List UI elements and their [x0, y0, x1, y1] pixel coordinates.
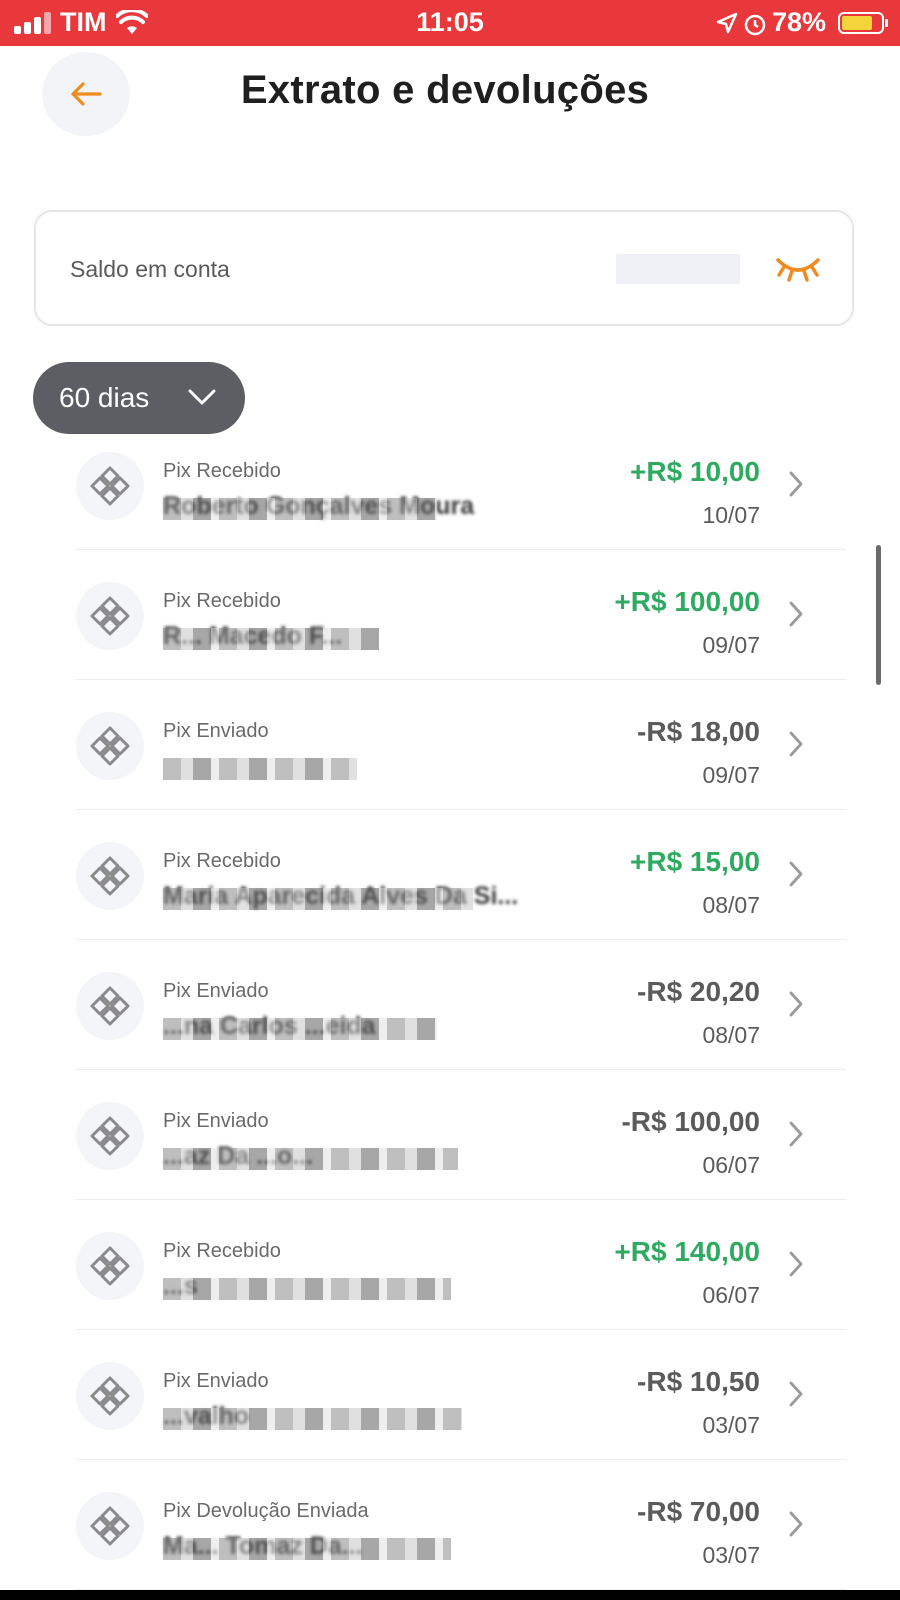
transaction-type: Pix Recebido	[163, 1240, 281, 1262]
transaction-amount: -R$ 100,00	[621, 1106, 760, 1137]
transaction-amount: -R$ 20,20	[637, 976, 760, 1007]
transaction-amount: +R$ 15,00	[630, 846, 760, 877]
chevron-right-icon	[788, 990, 804, 1023]
transaction-date: 03/07	[702, 1542, 760, 1568]
app-screen: TIM 11:05 78% Extrato e devoluções Saldo…	[0, 0, 900, 1600]
transaction-type: Pix Enviado	[163, 980, 269, 1002]
pix-icon	[76, 1492, 144, 1560]
pix-icon	[76, 452, 144, 520]
transaction-type: Pix Recebido	[163, 850, 281, 872]
redaction-pixelation	[163, 1408, 462, 1430]
eye-closed-icon[interactable]	[774, 250, 822, 286]
transaction-row[interactable]: Pix Enviado...na Carlos ...eida-R$ 20,20…	[76, 940, 846, 1070]
pix-icon	[76, 582, 144, 650]
alarm-icon	[744, 14, 766, 36]
transaction-list: Pix RecebidoRoberto Gonçalves Moura+R$ 1…	[0, 440, 900, 1600]
transaction-amount: +R$ 140,00	[614, 1236, 760, 1267]
chevron-right-icon	[788, 730, 804, 763]
pix-icon	[76, 1232, 144, 1300]
transaction-amount: -R$ 70,00	[637, 1496, 760, 1527]
chevron-right-icon	[788, 600, 804, 633]
chevron-right-icon	[788, 1120, 804, 1153]
page-title: Extrato e devoluções	[240, 68, 650, 112]
pix-icon	[76, 842, 144, 910]
redaction-pixelation	[163, 1148, 458, 1170]
transaction-date: 06/07	[702, 1282, 760, 1308]
redaction-pixelation	[163, 1278, 451, 1300]
transaction-row[interactable]: Pix Enviado -R$ 18,00 09/07	[76, 680, 846, 810]
transaction-type: Pix Enviado	[163, 720, 269, 742]
transaction-row[interactable]: Pix RecebidoR... Macedo F...+R$ 100,0009…	[76, 550, 846, 680]
redaction-pixelation	[163, 498, 437, 520]
transaction-date: 09/07	[702, 762, 760, 788]
chevron-right-icon	[788, 1380, 804, 1413]
transaction-type: Pix Devolução Enviada	[163, 1500, 369, 1522]
transaction-row[interactable]: Pix Enviado...valho-R$ 10,5003/07	[76, 1330, 846, 1460]
battery-percent: 78%	[772, 7, 827, 37]
transaction-amount: +R$ 100,00	[614, 586, 760, 617]
location-icon	[716, 12, 738, 34]
pix-icon	[76, 1102, 144, 1170]
transaction-date: 08/07	[702, 1022, 760, 1048]
chevron-right-icon	[788, 470, 804, 503]
pix-icon	[76, 712, 144, 780]
period-filter-dropdown[interactable]: 60 dias	[33, 362, 245, 434]
transaction-type: Pix Recebido	[163, 460, 281, 482]
balance-value-hidden	[616, 254, 740, 284]
redaction-pixelation	[163, 628, 379, 650]
redaction-pixelation	[163, 758, 357, 780]
transaction-row[interactable]: Pix Devolução EnviadaMa... Tomaz Da...-R…	[76, 1460, 846, 1590]
chevron-down-icon	[188, 389, 216, 405]
transaction-row[interactable]: Pix Enviado...az Da ...o...-R$ 100,0006/…	[76, 1070, 846, 1200]
scrollbar[interactable]	[876, 545, 881, 685]
redaction-pixelation	[163, 1018, 437, 1040]
chevron-right-icon	[788, 860, 804, 893]
pix-icon	[76, 972, 144, 1040]
transaction-date: 06/07	[702, 1152, 760, 1178]
transaction-date: 10/07	[702, 502, 760, 528]
battery-icon	[838, 12, 888, 34]
transaction-row[interactable]: Pix RecebidoRoberto Gonçalves Moura+R$ 1…	[76, 440, 846, 550]
transaction-amount: -R$ 10,50	[637, 1366, 760, 1397]
bottom-edge	[0, 1590, 900, 1600]
transaction-amount: +R$ 10,00	[630, 456, 760, 487]
transaction-type: Pix Recebido	[163, 590, 281, 612]
transaction-date: 03/07	[702, 1412, 760, 1438]
redaction-pixelation	[163, 888, 473, 910]
status-bar: TIM 11:05 78%	[0, 0, 900, 46]
redaction-pixelation	[163, 1538, 451, 1560]
pix-icon	[76, 1362, 144, 1430]
transaction-amount: -R$ 18,00	[637, 716, 760, 747]
balance-label: Saldo em conta	[70, 256, 230, 282]
balance-card: Saldo em conta	[34, 210, 854, 326]
chevron-right-icon	[788, 1510, 804, 1543]
transaction-type: Pix Enviado	[163, 1370, 269, 1392]
transaction-date: 09/07	[702, 632, 760, 658]
transaction-type: Pix Enviado	[163, 1110, 269, 1132]
period-filter-label: 60 dias	[59, 382, 150, 413]
transaction-row[interactable]: Pix RecebidoMaria Aparecida Alves Da Si.…	[76, 810, 846, 940]
transaction-date: 08/07	[702, 892, 760, 918]
transaction-row[interactable]: Pix Recebido...s+R$ 140,0006/07	[76, 1200, 846, 1330]
chevron-right-icon	[788, 1250, 804, 1283]
